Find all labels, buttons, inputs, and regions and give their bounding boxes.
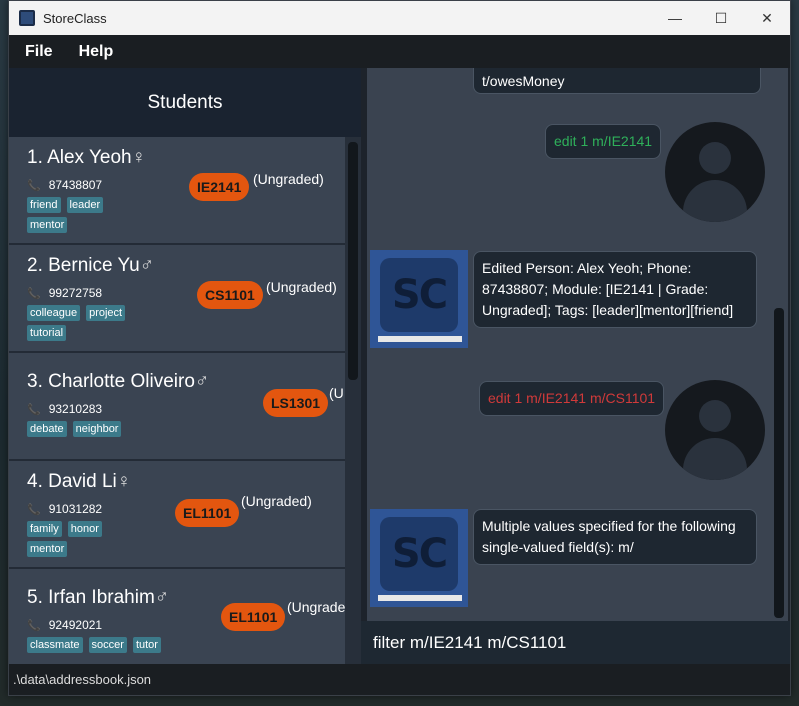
- tag-list: classmate soccer tutor: [27, 637, 187, 653]
- user-message: edit 1 m/IE2141: [545, 124, 662, 159]
- gender-icon: ♂: [139, 255, 154, 276]
- student-name: 4. David Li♀: [27, 471, 132, 492]
- chat-panel: t/owesMoney edit 1 m/IE2141 SC Edited Pe…: [361, 68, 790, 665]
- grade-label: (Ungraded): [253, 171, 324, 187]
- student-card[interactable]: 1. Alex Yeoh♀ 📞 87438807 friend leader me…: [9, 137, 345, 245]
- menu-bar: File Help: [9, 35, 790, 68]
- bot-avatar-icon: SC: [370, 509, 468, 607]
- phone-icon: 📞: [27, 619, 41, 632]
- window-title: StoreClass: [43, 10, 107, 26]
- module-badge: EL1101: [221, 603, 286, 631]
- tag: mentor: [27, 541, 68, 557]
- tag: leader: [66, 197, 104, 213]
- student-card[interactable]: 2. Bernice Yu♂ 📞 99272758 colleague proje…: [9, 245, 345, 353]
- tag: soccer: [88, 637, 127, 653]
- tag: friend: [27, 197, 61, 213]
- tag: tutorial: [27, 325, 67, 341]
- module-badge: IE2141: [189, 173, 250, 201]
- tag: mentor: [27, 217, 68, 233]
- tag: honor: [67, 521, 102, 537]
- student-panel-header: Students: [9, 68, 361, 137]
- tag: project: [86, 305, 126, 321]
- tag-list: friend leader mentor: [27, 197, 147, 233]
- app-icon: [19, 10, 35, 26]
- phone-icon: 📞: [27, 179, 41, 192]
- bot-message: t/owesMoney: [473, 68, 761, 94]
- user-message: edit 1 m/IE2141 m/CS1101: [479, 381, 665, 416]
- tag: neighbor: [72, 421, 122, 437]
- student-card[interactable]: 4. David Li♀ 📞 91031282 family honor ment…: [9, 461, 345, 569]
- gender-icon: ♂: [194, 371, 210, 392]
- user-avatar-icon: [665, 122, 765, 222]
- grade-label: (Ungraded): [266, 279, 337, 295]
- gender-icon: ♀: [131, 147, 146, 168]
- title-bar: StoreClass — ☐ ✕: [9, 1, 790, 35]
- grade-label: (Ungraded): [241, 493, 312, 509]
- minimize-button[interactable]: —: [652, 1, 698, 35]
- student-phone: 📞 92492021: [27, 618, 103, 632]
- command-input[interactable]: filter m/IE2141 m/CS1101: [361, 621, 790, 665]
- chat-scrollbar[interactable]: [774, 308, 784, 618]
- phone-icon: 📞: [27, 503, 41, 516]
- phone-icon: 📞: [27, 403, 41, 416]
- bot-message: Multiple values specified for the follow…: [473, 509, 757, 565]
- student-name: 2. Bernice Yu♂: [27, 255, 154, 276]
- main-area: Students 1. Alex Yeoh♀ 📞 87438807 friend …: [9, 68, 790, 665]
- student-card[interactable]: 5. Irfan Ibrahim♂ 📞 92492021 classmate so…: [9, 569, 345, 665]
- tag: debate: [27, 421, 67, 437]
- user-avatar-icon: [665, 380, 765, 480]
- grade-label: (Ungrade: [287, 599, 345, 615]
- module-badge: CS1101: [197, 281, 263, 309]
- student-card[interactable]: 3. Charlotte Oliveiro♂ 📞 93210283 debate …: [9, 353, 345, 461]
- tag: classmate: [27, 637, 83, 653]
- bot-message: Edited Person: Alex Yeoh; Phone: 8743880…: [473, 251, 757, 328]
- menu-file[interactable]: File: [25, 43, 53, 61]
- gender-icon: ♀: [116, 471, 132, 492]
- tag-list: family honor mentor: [27, 521, 147, 557]
- menu-help[interactable]: Help: [79, 43, 114, 61]
- bot-avatar-icon: SC: [370, 250, 468, 348]
- module-badge: LS1301: [263, 389, 329, 417]
- status-bar: .\data\addressbook.json: [9, 664, 790, 695]
- maximize-button[interactable]: ☐: [698, 1, 744, 35]
- student-name: 1. Alex Yeoh♀: [27, 147, 146, 168]
- phone-icon: 📞: [27, 287, 41, 300]
- app-window: StoreClass — ☐ ✕ File Help Students 1. A…: [8, 0, 791, 696]
- student-panel: Students 1. Alex Yeoh♀ 📞 87438807 friend …: [9, 68, 361, 665]
- student-list-scrollbar[interactable]: [348, 142, 358, 380]
- grade-label: (U: [329, 385, 344, 401]
- gender-icon: ♂: [154, 587, 170, 608]
- tag: colleague: [27, 305, 81, 321]
- tag-list: colleague project tutorial: [27, 305, 147, 341]
- chat-history[interactable]: t/owesMoney edit 1 m/IE2141 SC Edited Pe…: [367, 68, 788, 621]
- module-badge: EL1101: [175, 499, 240, 527]
- tag: family: [27, 521, 62, 537]
- student-list: 1. Alex Yeoh♀ 📞 87438807 friend leader me…: [9, 137, 345, 665]
- tag-list: debate neighbor: [27, 421, 147, 437]
- close-button[interactable]: ✕: [744, 1, 790, 35]
- tag: tutor: [132, 637, 161, 653]
